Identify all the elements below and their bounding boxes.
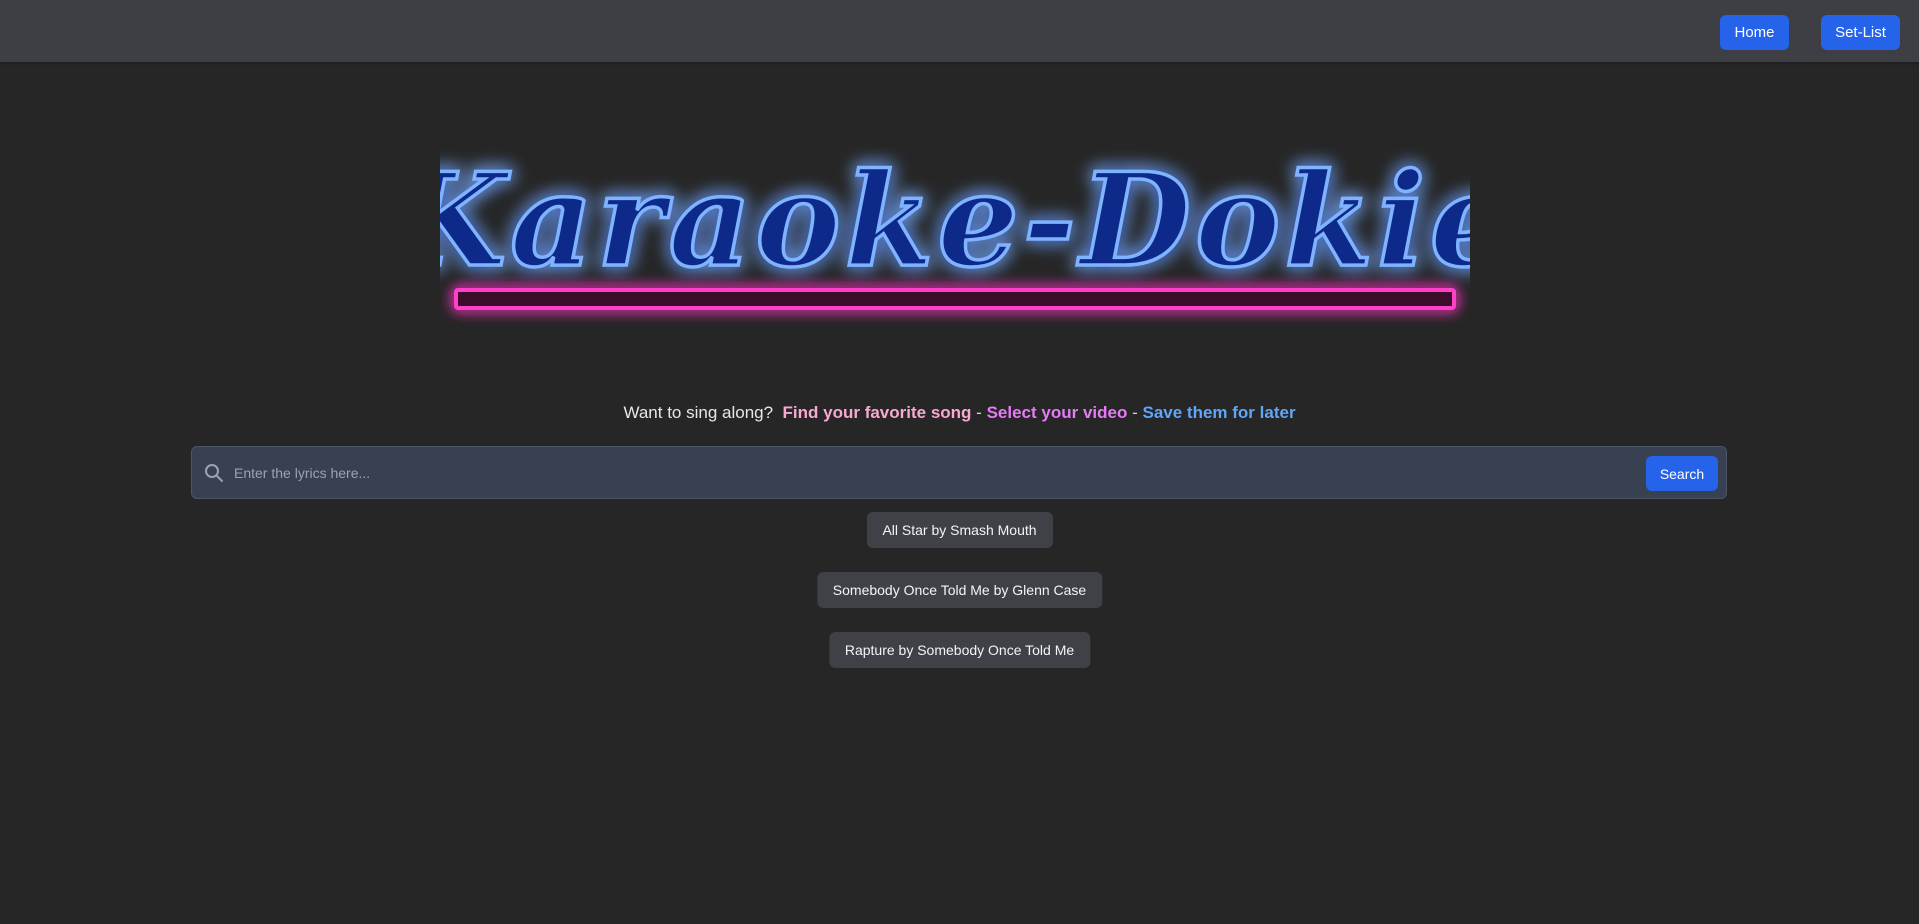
top-navbar: Home Set-List (0, 0, 1919, 62)
search-button[interactable]: Search (1646, 456, 1718, 491)
lyrics-search-input[interactable] (232, 455, 1612, 491)
tagline-separator: - (976, 403, 982, 422)
suggestion-item[interactable]: Somebody Once Told Me by Glenn Case (816, 572, 1103, 608)
logo-title: Karaoke-Dokie (440, 146, 1470, 296)
tagline-step-save: Save them for later (1142, 403, 1296, 422)
tagline-step-find: Find your favorite song (782, 403, 972, 422)
neon-logo: Karaoke-Dokie (440, 140, 1470, 330)
set-list-button[interactable]: Set-List (1821, 15, 1900, 50)
tagline: Want to sing along? Find your favorite s… (0, 403, 1919, 423)
suggestion-item[interactable]: Rapture by Somebody Once Told Me (828, 632, 1091, 668)
tagline-separator: - (1132, 403, 1138, 422)
neon-underline (454, 288, 1456, 310)
home-button[interactable]: Home (1720, 15, 1789, 50)
search-icon (204, 463, 224, 483)
search-bar: Search (191, 446, 1727, 499)
suggestion-item[interactable]: All Star by Smash Mouth (866, 512, 1053, 548)
tagline-intro: Want to sing along? (623, 403, 774, 422)
tagline-step-select: Select your video (986, 403, 1128, 422)
